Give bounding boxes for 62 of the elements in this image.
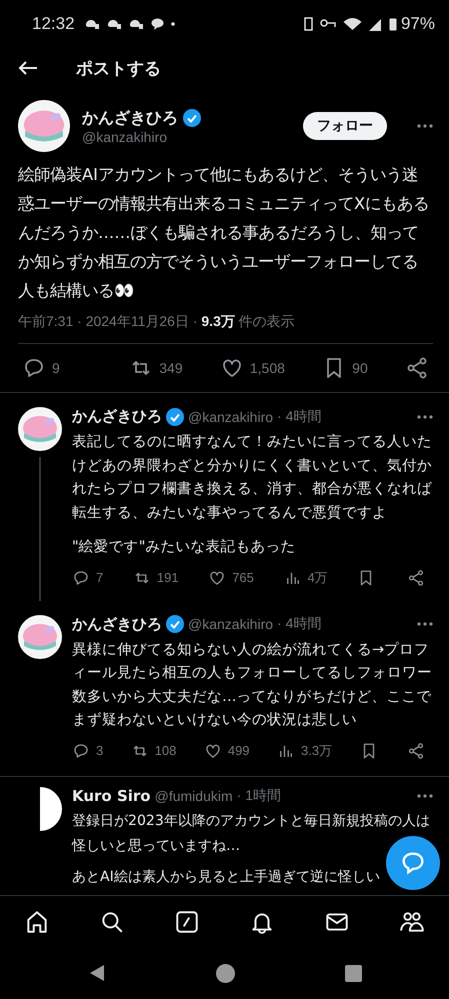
follow-button[interactable]: フォロー bbox=[303, 112, 387, 140]
more-icon[interactable] bbox=[417, 414, 433, 418]
repost-count: 349 bbox=[159, 360, 183, 376]
display-name[interactable]: かんざきひろ bbox=[72, 407, 162, 426]
share-icon[interactable] bbox=[407, 568, 425, 586]
avatar[interactable] bbox=[18, 100, 70, 152]
display-name[interactable]: かんざきひろ bbox=[82, 108, 178, 128]
wifi-icon bbox=[342, 17, 362, 31]
battery-icon bbox=[388, 18, 397, 30]
reply-icon[interactable] bbox=[72, 742, 90, 760]
post-meta: 午前7:31 · 2024年11月26日 · 9.3万 件の表示 bbox=[18, 313, 433, 344]
bookmark-count: 90 bbox=[352, 360, 368, 376]
heart-icon[interactable] bbox=[204, 742, 222, 760]
user-handle[interactable]: @kanzakihiro bbox=[188, 616, 274, 632]
key-icon bbox=[320, 19, 336, 29]
back-arrow-icon[interactable] bbox=[18, 60, 38, 76]
avatar[interactable] bbox=[18, 407, 62, 451]
more-icon[interactable] bbox=[417, 794, 433, 798]
repost-count: 191 bbox=[156, 570, 179, 585]
view-count: 4万 bbox=[308, 568, 328, 586]
like-count: 765 bbox=[232, 570, 254, 585]
post-time: · 4時間 bbox=[277, 615, 322, 633]
page-title: ポストする bbox=[76, 58, 161, 80]
signal-icon bbox=[368, 18, 382, 30]
heart-icon[interactable] bbox=[208, 568, 226, 586]
recents-icon[interactable] bbox=[344, 964, 362, 982]
new-reply-button[interactable] bbox=[386, 836, 440, 890]
share-icon[interactable] bbox=[404, 356, 429, 380]
post-time: · 1時間 bbox=[236, 786, 281, 804]
back-icon[interactable] bbox=[88, 964, 106, 982]
display-name[interactable]: かんざきひろ bbox=[72, 614, 162, 634]
reply-text: 表記してるのに晒すなんて！みたいに言ってる人いたけどあの界隈わざと分かりにくく書いといて、気付かれたらプロフ欄書き換える、消す、都合が悪くなれば転生する、みたいな事やってるんで悪質ですよ bbox=[72, 432, 433, 522]
more-icon[interactable] bbox=[417, 124, 433, 128]
chat-bubble-icon bbox=[150, 18, 164, 30]
reply-count: 9 bbox=[52, 360, 60, 376]
avatar[interactable] bbox=[18, 614, 62, 658]
view-count: 3.3万 bbox=[301, 742, 332, 760]
repost-count: 108 bbox=[154, 743, 176, 758]
reply-text: 異様に伸びてる知らない人の絵が流れてくる→プロフィール見たら相互の人もフォローしてるしフォロワー数多いから大丈夫だな…ってなりがちだけど、ここでまず疑わないといけない今の状況は悲しい bbox=[72, 640, 433, 730]
like-count: 499 bbox=[228, 743, 250, 758]
post-text: 絵師偽装AIアカウントって他にもあるけど、そういう迷惑ユーザーの情報共有出来るコミュニティってXにもあるんだろうか……ぼくも騙される事あるだろうし、知ってか知らずか相互の方でそういうユーザーフォローしてる人も結構いる👀 bbox=[18, 164, 430, 302]
user-handle[interactable]: @kanzakihiro bbox=[188, 408, 274, 424]
reply-text: 登録日が2023年以降のアカウントと毎日新規投稿の人は怪しいと思っていますね… bbox=[72, 812, 431, 856]
dot-icon bbox=[170, 22, 175, 26]
reply-text: "絵愛です"みたいな表記もあった bbox=[72, 537, 296, 557]
user-handle[interactable]: @fumidukim bbox=[154, 788, 233, 804]
more-icon[interactable] bbox=[417, 622, 433, 626]
reply-count: 3 bbox=[96, 743, 104, 758]
reply-icon[interactable] bbox=[72, 568, 90, 586]
compose-icon[interactable] bbox=[174, 909, 200, 935]
post-time: · 4時間 bbox=[277, 408, 322, 426]
reply-text: あとAI絵は素人から見ると上手過ぎて逆に怪しい bbox=[72, 868, 381, 886]
display-name[interactable]: Kuro Siro bbox=[72, 786, 151, 804]
user-handle[interactable]: @kanzakihiro bbox=[82, 128, 291, 144]
battery-percentage: 97% bbox=[400, 14, 435, 34]
like-count: 1,508 bbox=[250, 360, 285, 376]
clock: 12:32 bbox=[32, 14, 75, 34]
home-icon[interactable] bbox=[216, 964, 234, 982]
share-icon[interactable] bbox=[406, 742, 425, 760]
phone-icon bbox=[304, 17, 313, 31]
reply-count: 7 bbox=[96, 570, 104, 585]
reply-icon[interactable] bbox=[22, 356, 46, 380]
